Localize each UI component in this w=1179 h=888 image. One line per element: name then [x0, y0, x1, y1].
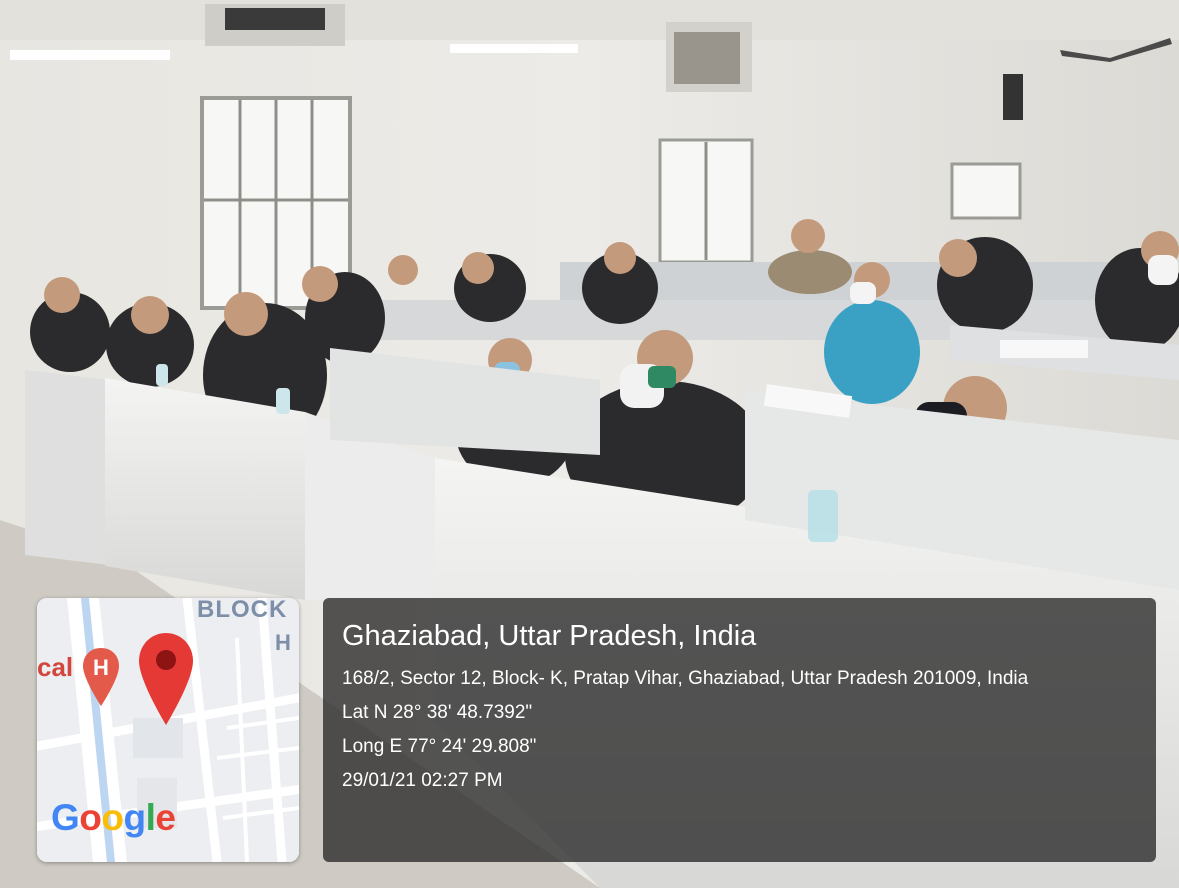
geotag-info-panel: Ghaziabad, Uttar Pradesh, India 168/2, S…	[323, 598, 1156, 862]
google-logo-o2: o	[101, 797, 124, 838]
google-logo-e: e	[155, 797, 176, 838]
map-place-label: cal	[37, 652, 74, 682]
google-logo-g2: g	[123, 797, 147, 838]
google-logo: Google	[51, 797, 176, 839]
latitude-text: Lat N 28° 38' 48.7392"	[342, 702, 533, 723]
hospital-marker-icon: H	[83, 648, 119, 706]
longitude-text: Long E 77° 24' 29.808"	[342, 736, 537, 757]
location-address: 168/2, Sector 12, Block- K, Pratap Vihar…	[342, 668, 1029, 689]
svg-text:H: H	[93, 655, 109, 680]
google-logo-l: l	[145, 797, 156, 838]
google-logo-o1: o	[79, 797, 102, 838]
google-logo-g1: G	[51, 797, 80, 838]
location-pin-icon	[139, 633, 193, 725]
map-block-label: BLOCK	[197, 598, 288, 623]
map-h-label: H	[275, 630, 291, 655]
map-thumbnail[interactable]: BLOCK H cal H Google	[37, 598, 299, 862]
timestamp-text: 29/01/21 02:27 PM	[342, 770, 503, 791]
location-title: Ghaziabad, Uttar Pradesh, India	[342, 620, 757, 652]
